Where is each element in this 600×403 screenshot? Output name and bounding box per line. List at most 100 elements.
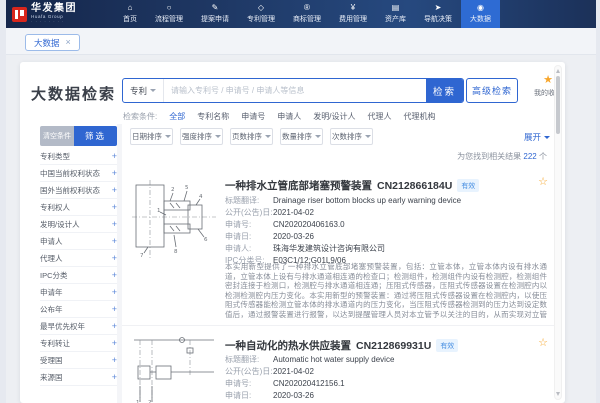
clear-conditions-button[interactable]: 清空条件 bbox=[40, 126, 74, 146]
facet-publication-year[interactable]: 公布年+ bbox=[40, 301, 117, 318]
facet-label: 来源国 bbox=[40, 372, 63, 383]
scope-option-patent-name[interactable]: 专利名称 bbox=[197, 111, 229, 122]
scope-option-agency[interactable]: 代理机构 bbox=[403, 111, 435, 122]
field-label: 公开(公告)日: bbox=[225, 207, 273, 219]
scrollbar-thumb[interactable] bbox=[556, 76, 560, 134]
sort-by-quantity[interactable]: 数量排序 bbox=[280, 128, 323, 145]
brand-title: 华发集团 bbox=[31, 4, 77, 14]
window-edge-left bbox=[0, 0, 6, 403]
plus-icon[interactable]: + bbox=[112, 305, 117, 314]
plus-icon[interactable]: + bbox=[112, 152, 117, 161]
result-title-link[interactable]: 一种排水立管底部堵塞预警装置 CN212866184U 有效 bbox=[225, 178, 479, 193]
sort-label: 次数排序 bbox=[332, 131, 362, 142]
window-edge-right bbox=[596, 0, 600, 403]
scope-option-all[interactable]: 全部 bbox=[169, 111, 185, 122]
facet-applicant[interactable]: 申请人+ bbox=[40, 233, 117, 250]
tab-bigdata[interactable]: 大数据 × bbox=[25, 34, 80, 51]
patent-number: CN212869931U bbox=[356, 340, 431, 352]
home-icon bbox=[128, 4, 133, 12]
nav-item-fee[interactable]: 费用管理 bbox=[330, 0, 376, 28]
favorite-star-icon[interactable]: ☆ bbox=[538, 175, 548, 188]
search-category-select[interactable]: 专利 bbox=[123, 79, 164, 102]
nav-item-patent[interactable]: 专利管理 bbox=[238, 0, 284, 28]
facet-patent-type[interactable]: 专利类型+ bbox=[40, 148, 117, 165]
scope-option-inventor[interactable]: 发明/设计人 bbox=[313, 111, 355, 122]
plus-icon[interactable]: + bbox=[112, 237, 117, 246]
sort-by-strength[interactable]: 强度排序 bbox=[180, 128, 223, 145]
bigdata-icon bbox=[477, 4, 484, 12]
plus-icon[interactable]: + bbox=[112, 339, 117, 348]
facet-application-year[interactable]: 申请年+ bbox=[40, 284, 117, 301]
facet-inventor[interactable]: 发明/设计人+ bbox=[40, 216, 117, 233]
favorite-star-icon[interactable]: ☆ bbox=[538, 336, 548, 349]
result-fields: 标题翻译:Automatic hot water supply device 公… bbox=[225, 354, 394, 403]
chevron-down-icon bbox=[365, 135, 371, 138]
plus-icon[interactable]: + bbox=[112, 288, 117, 297]
plus-icon[interactable]: + bbox=[112, 356, 117, 365]
nav-item-trademark[interactable]: 商标管理 bbox=[284, 0, 330, 28]
sort-label: 页数排序 bbox=[232, 131, 262, 142]
facet-priority-year[interactable]: 最早优先权年+ bbox=[40, 318, 117, 335]
result-title: 一种排水立管底部堵塞预警装置 bbox=[225, 178, 372, 193]
plus-icon[interactable]: + bbox=[112, 271, 117, 280]
facet-source-country[interactable]: 来源国 + bbox=[40, 369, 117, 386]
nav-item-proposal[interactable]: 提案申请 bbox=[192, 0, 238, 28]
scroll-down-arrow-icon[interactable] bbox=[556, 392, 560, 396]
facet-label: 中国当前权利状态 bbox=[40, 168, 100, 179]
nav-item-bigdata[interactable]: 大数据 bbox=[461, 0, 500, 28]
facet-patentee[interactable]: 专利权人 + bbox=[40, 199, 117, 216]
svg-text:6: 6 bbox=[204, 237, 208, 243]
plus-icon[interactable]: + bbox=[112, 322, 117, 331]
svg-text:2: 2 bbox=[171, 187, 175, 193]
sort-by-pages[interactable]: 页数排序 bbox=[230, 128, 273, 145]
facet-cn-legal-status[interactable]: 中国当前权利状态 + bbox=[40, 165, 117, 182]
facet-ipc-class[interactable]: IPC分类 + bbox=[40, 267, 117, 284]
scope-option-applicant[interactable]: 申请人 bbox=[277, 111, 301, 122]
facet-patent-transfer[interactable]: 专利转让+ bbox=[40, 335, 117, 352]
field-value: 2020-03-26 bbox=[273, 390, 314, 402]
plus-icon[interactable]: + bbox=[112, 254, 117, 263]
facet-label: 专利权人 bbox=[40, 202, 70, 213]
filter-button[interactable]: 筛选 bbox=[74, 126, 117, 146]
patent-drawing-2: 12 bbox=[130, 332, 218, 403]
brand-tagline: · · · · · · · · bbox=[31, 20, 77, 24]
plus-icon[interactable]: + bbox=[112, 220, 117, 229]
search-input[interactable] bbox=[164, 79, 426, 102]
result-abstract: 本实用新型提供了一种排水立管底部堵塞预警装置，包括：立管本体，立管本体内设有排水… bbox=[225, 262, 547, 320]
facet-label: IPC分类 bbox=[40, 270, 68, 281]
plus-icon[interactable]: + bbox=[112, 186, 117, 195]
result-title-link[interactable]: 一种自动化的热水供应装置 CN212869931U 有效 bbox=[225, 338, 458, 353]
plus-icon[interactable]: + bbox=[112, 373, 117, 382]
svg-text:7: 7 bbox=[140, 253, 144, 259]
sort-by-times[interactable]: 次数排序 bbox=[330, 128, 373, 145]
facet-accepting-country[interactable]: 受理国+ bbox=[40, 352, 117, 369]
field-value: Automatic hot water supply device bbox=[273, 354, 394, 366]
plus-icon[interactable]: + bbox=[112, 203, 117, 212]
facet-label: 代理人 bbox=[40, 253, 63, 264]
nav-item-home[interactable]: 首页 bbox=[114, 0, 146, 28]
brand-logo[interactable]: 华发集团 Huafa Group · · · · · · · · bbox=[0, 0, 102, 28]
nav-item-process[interactable]: 流程管理 bbox=[146, 0, 192, 28]
plus-icon[interactable]: + bbox=[112, 169, 117, 178]
patent-icon bbox=[258, 4, 264, 12]
field-value: 2021-04-02 bbox=[273, 366, 314, 378]
nav-label: 提案申请 bbox=[201, 14, 229, 24]
sort-by-date[interactable]: 日期排序 bbox=[130, 128, 173, 145]
search-button[interactable]: 检索 bbox=[426, 79, 463, 102]
scope-option-application-no[interactable]: 申请号 bbox=[241, 111, 265, 122]
nav-item-asset[interactable]: 资产库 bbox=[376, 0, 415, 28]
close-icon[interactable]: × bbox=[66, 38, 71, 47]
result-item-2: 12 一种自动化的热水供应装置 CN212869931U 有效 ☆ 标题翻译:A… bbox=[122, 326, 554, 403]
nav-label: 资产库 bbox=[385, 14, 406, 24]
nav-item-navigation[interactable]: 导航决策 bbox=[415, 0, 461, 28]
facet-agent[interactable]: 代理人 + bbox=[40, 250, 117, 267]
field-value: Drainage riser bottom blocks up early wa… bbox=[273, 195, 461, 207]
expand-toggle[interactable]: 展开 bbox=[524, 131, 550, 143]
nav-label: 大数据 bbox=[470, 14, 491, 24]
scroll-up-arrow-icon[interactable] bbox=[556, 69, 560, 73]
advanced-search-button[interactable]: 高级检索 bbox=[466, 78, 518, 103]
facet-foreign-legal-status[interactable]: 国外当前权利状态+ bbox=[40, 182, 117, 199]
content-scrollbar[interactable] bbox=[554, 65, 562, 400]
facet-sidebar: 专利类型+ 中国当前权利状态+ 国外当前权利状态+ 专利权人+ 发明/设计人+ … bbox=[40, 148, 117, 386]
scope-option-agent[interactable]: 代理人 bbox=[367, 111, 391, 122]
